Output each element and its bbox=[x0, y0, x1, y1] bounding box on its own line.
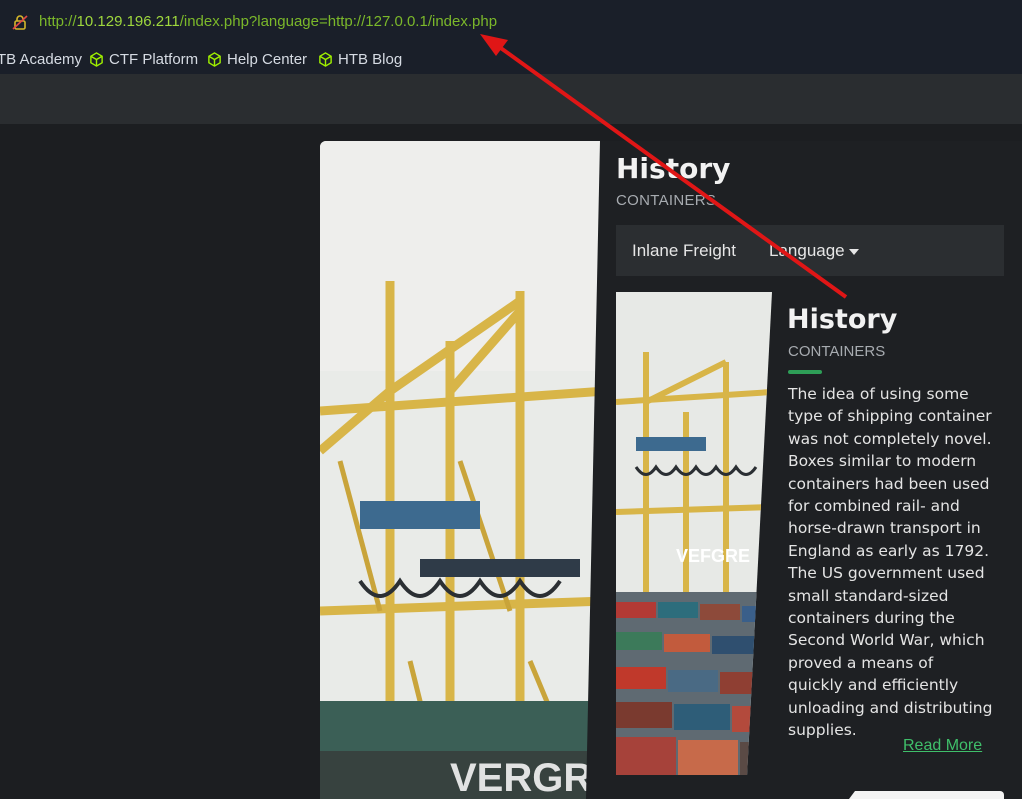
language-dropdown[interactable]: Language bbox=[769, 241, 859, 261]
url-text[interactable]: http://10.129.196.211/index.php?language… bbox=[39, 13, 497, 30]
card-subtitle: CONTAINERS bbox=[788, 343, 886, 360]
caret-down-icon bbox=[848, 248, 859, 255]
bookmark-label: TB Academy bbox=[0, 50, 83, 68]
bookmark-htb-blog[interactable]: HTB Blog bbox=[318, 49, 402, 69]
bookmark-ctf-platform[interactable]: CTF Platform bbox=[89, 49, 198, 69]
insecure-lock-icon[interactable] bbox=[12, 14, 28, 30]
bookmark-htb-academy[interactable]: TB Academy bbox=[0, 49, 82, 69]
bookmarks-bar: TB Academy CTF Platform Help Center HTB … bbox=[0, 44, 1022, 74]
svg-text:VERGR: VERGR bbox=[450, 756, 592, 799]
card-title: History bbox=[787, 304, 898, 335]
address-bar[interactable]: http://10.129.196.211/index.php?language… bbox=[0, 0, 1022, 44]
url-host: 10.129.196.211 bbox=[76, 13, 180, 30]
page-title: History bbox=[616, 152, 731, 185]
bookmark-label: Help Center bbox=[227, 50, 308, 68]
url-path: /index.php?language=http://127.0.0.1/ind… bbox=[179, 13, 498, 30]
cube-icon bbox=[90, 51, 103, 67]
hero-image: VERGR bbox=[320, 141, 606, 799]
read-more-link[interactable]: Read More bbox=[903, 737, 982, 755]
bookmark-label: HTB Blog bbox=[338, 50, 403, 68]
toolbar-strip bbox=[0, 74, 1022, 124]
accent-divider bbox=[788, 370, 822, 374]
language-label: Language bbox=[769, 241, 845, 260]
nav-brand-link[interactable]: Inlane Freight bbox=[632, 241, 736, 261]
cube-icon bbox=[319, 51, 332, 67]
page-subtitle: CONTAINERS bbox=[616, 192, 717, 209]
card-body-text: The idea of using some type of shipping … bbox=[788, 385, 993, 740]
next-card-edge bbox=[849, 791, 1004, 799]
navbar: Inlane Freight Language bbox=[616, 225, 1004, 276]
url-scheme: http:// bbox=[39, 13, 77, 30]
bookmark-help-center[interactable]: Help Center bbox=[207, 49, 307, 69]
svg-text:VEFGRE: VEFGRE bbox=[676, 546, 750, 566]
bookmark-label: CTF Platform bbox=[109, 50, 199, 68]
cube-icon bbox=[208, 51, 221, 67]
card-image: VEFGRE bbox=[616, 292, 772, 775]
